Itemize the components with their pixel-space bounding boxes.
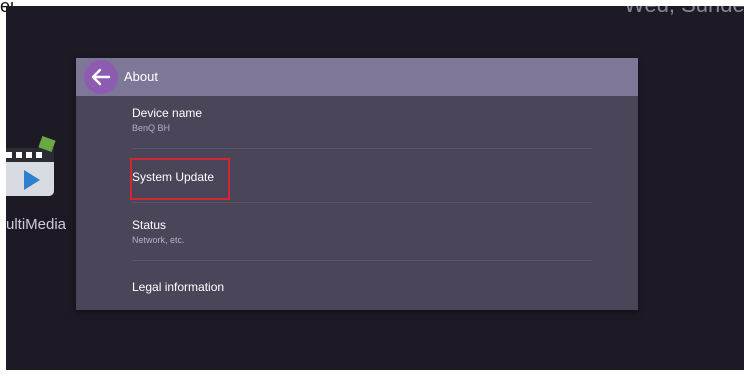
selection-highlight xyxy=(130,158,230,200)
menu-item-legal-information[interactable]: Legal information xyxy=(132,280,592,294)
dialog-title: About xyxy=(124,69,158,84)
back-arrow-icon xyxy=(91,68,111,86)
menu-item-title: Legal information xyxy=(132,280,225,294)
menu-item-subtitle: BenQ BH xyxy=(132,123,171,133)
about-dialog: About Device name BenQ BH System Update … xyxy=(76,58,638,310)
clock-date: Wed, Sunde xyxy=(624,6,744,18)
divider xyxy=(132,260,592,261)
menu-item-title: Device name xyxy=(132,106,203,120)
menu-item-device-name[interactable]: Device name BenQ BH xyxy=(132,106,592,134)
menu-item-status[interactable]: Status Network, etc. xyxy=(132,218,592,246)
tv-screen: Wed, Sunde ultiMedia About Device name B… xyxy=(6,6,744,370)
multimedia-label[interactable]: ultiMedia xyxy=(6,216,66,233)
dialog-header: About xyxy=(76,58,638,96)
multimedia-icon[interactable] xyxy=(6,132,64,206)
divider xyxy=(132,202,592,203)
back-button[interactable] xyxy=(84,60,118,94)
divider xyxy=(132,148,592,149)
menu-item-title: Status xyxy=(132,218,167,232)
menu-item-subtitle: Network, etc. xyxy=(132,235,185,245)
